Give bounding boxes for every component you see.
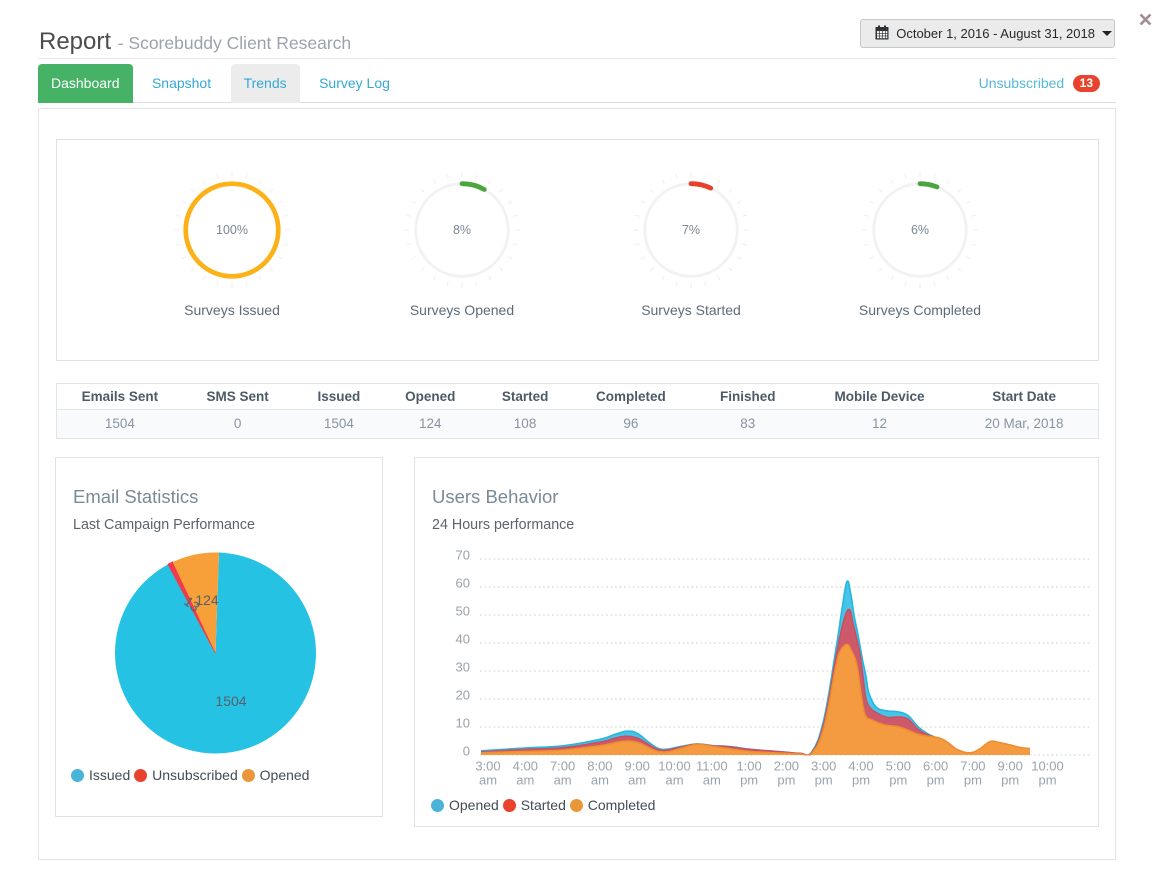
svg-text:8%: 8% [453,223,471,237]
svg-text:100%: 100% [216,223,248,237]
svg-text:6%: 6% [911,223,929,237]
svg-text:7%: 7% [682,223,700,237]
